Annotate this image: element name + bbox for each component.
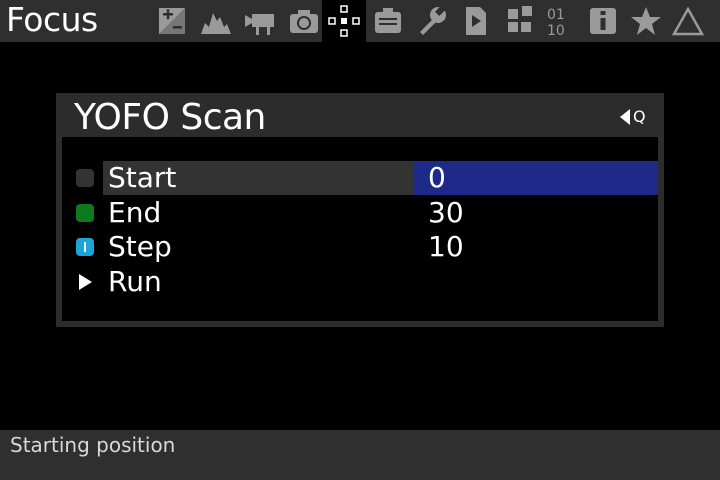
dialog-body: Start 0 End 30 Step 10 Run: [62, 137, 658, 321]
tab-info[interactable]: [580, 0, 624, 42]
info-icon: [590, 8, 616, 34]
menu-row-end[interactable]: End 30: [62, 196, 658, 230]
menu-row-start[interactable]: Start 0: [62, 161, 658, 195]
tab-debug[interactable]: 01 10: [538, 0, 582, 42]
tab-focus[interactable]: [322, 0, 366, 42]
movie-camera-icon: [245, 14, 274, 35]
menu-title: Focus: [6, 0, 98, 39]
menu-row-run[interactable]: Run: [62, 265, 658, 299]
wrench-icon: [420, 6, 446, 35]
focus-icon: [328, 5, 360, 37]
tab-exposure[interactable]: [150, 0, 194, 42]
display-icon: [375, 8, 401, 33]
exposure-icon: [159, 8, 185, 34]
row-label: Run: [108, 265, 162, 298]
row-label: Start: [108, 161, 177, 194]
tab-display[interactable]: [366, 0, 410, 42]
debug-icon: 01 10: [547, 7, 565, 37]
q-key-label: Q: [633, 107, 646, 126]
tab-prefs[interactable]: [410, 0, 454, 42]
back-arrow-icon: [620, 109, 630, 125]
star-icon: [631, 7, 661, 35]
selected-value-highlight: [413, 161, 658, 195]
camera-icon: [290, 10, 318, 33]
tab-shoot[interactable]: [282, 0, 326, 42]
tab-scripts[interactable]: [454, 0, 498, 42]
dialog-title: YOFO Scan: [74, 97, 266, 138]
row-value: 30: [428, 196, 464, 229]
delta-icon: [672, 6, 704, 36]
help-text: Starting position: [10, 433, 176, 457]
svg-text:10: 10: [547, 23, 565, 37]
row-label: Step: [108, 230, 172, 263]
green-square-icon: [76, 204, 94, 222]
svg-text:01: 01: [547, 7, 565, 23]
back-button[interactable]: Q: [620, 107, 650, 127]
tab-movie[interactable]: [238, 0, 282, 42]
script-icon: [466, 7, 486, 35]
yofo-scan-dialog: YOFO Scan Q Start 0 End 30 Step 10 Run: [56, 93, 664, 327]
help-bar: Starting position: [0, 430, 720, 480]
tab-mymenu[interactable]: [624, 0, 668, 42]
row-value: 0: [428, 161, 446, 194]
row-label: End: [108, 196, 162, 229]
tab-modules[interactable]: [498, 0, 542, 42]
tab-histogram[interactable]: [194, 0, 238, 42]
top-menu-bar: Focus 01 10: [0, 0, 720, 42]
menu-row-step[interactable]: Step 10: [62, 230, 658, 264]
cyan-square-icon: [76, 238, 94, 256]
histogram-icon: [201, 13, 231, 34]
gray-square-icon: [76, 169, 94, 187]
row-value: 10: [428, 230, 464, 263]
tab-modified[interactable]: [666, 0, 710, 42]
play-icon: [79, 274, 92, 290]
modules-icon: [508, 6, 532, 32]
